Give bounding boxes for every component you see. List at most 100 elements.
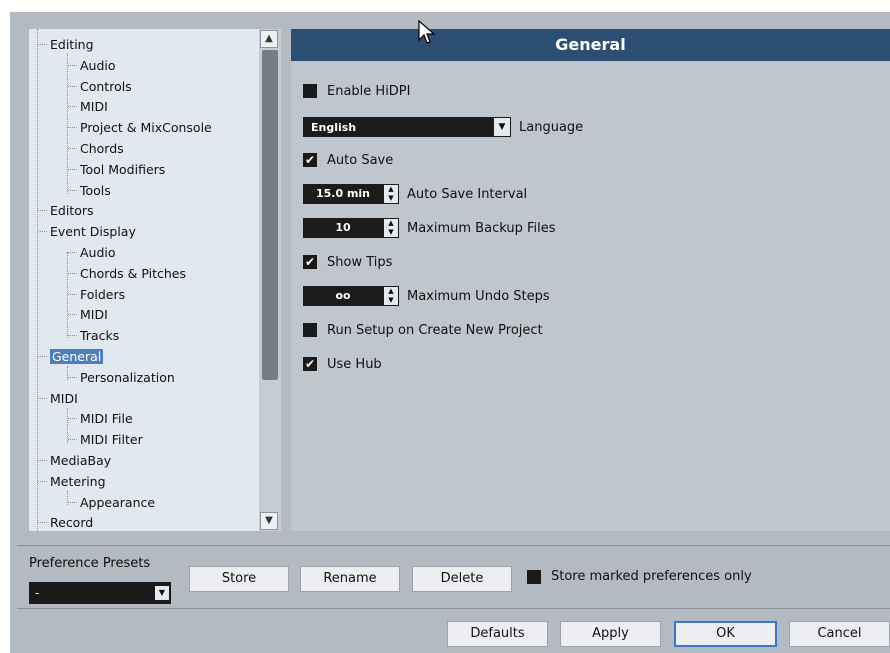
tree-item[interactable]: Event Display bbox=[38, 222, 136, 242]
mouse-cursor-icon bbox=[418, 20, 436, 44]
tree-item-label: MediaBay bbox=[50, 453, 112, 468]
tree-item-label: Editing bbox=[50, 37, 94, 52]
store-button[interactable]: Store bbox=[189, 566, 289, 592]
tree-item[interactable]: MIDI bbox=[68, 97, 108, 117]
stepper-arrows-icon[interactable]: ▲ ▼ bbox=[384, 185, 398, 203]
scrollbar-thumb[interactable] bbox=[262, 50, 278, 380]
tree-item-label: Chords bbox=[80, 141, 124, 156]
tree-item[interactable]: Tracks bbox=[68, 326, 119, 346]
chevron-down-icon[interactable]: ▼ bbox=[260, 512, 278, 530]
defaults-button[interactable]: Defaults bbox=[447, 621, 548, 647]
enable-hidpi-label: Enable HiDPI bbox=[327, 83, 411, 99]
panel-title: General bbox=[291, 29, 890, 61]
chevron-down-icon[interactable]: ▼ bbox=[155, 586, 169, 600]
tree-item[interactable]: General bbox=[38, 347, 104, 367]
tree-item[interactable]: MediaBay bbox=[38, 451, 111, 471]
store-marked-only-row[interactable]: Store marked preferences only bbox=[527, 569, 752, 584]
tree-item-label: Audio bbox=[80, 57, 116, 73]
tree-connector bbox=[68, 252, 77, 253]
tree-item[interactable]: MIDI Filter bbox=[68, 430, 143, 450]
run-setup-row[interactable]: Run Setup on Create New Project bbox=[303, 319, 543, 341]
tree-connector bbox=[68, 272, 77, 274]
auto-save-interval-label: Auto Save Interval bbox=[407, 186, 528, 202]
tree-item-label: Controls bbox=[80, 78, 132, 94]
auto-save-interval-stepper[interactable]: 15.0 min ▲ ▼ bbox=[303, 184, 399, 204]
tree-item-label: Metering bbox=[50, 473, 106, 489]
cancel-button[interactable]: Cancel bbox=[789, 621, 890, 647]
chevron-up-icon[interactable]: ▲ bbox=[260, 30, 278, 48]
use-hub-checkbox[interactable]: ✔ bbox=[303, 357, 317, 371]
tree-item[interactable]: Project & MixConsole bbox=[68, 118, 212, 138]
run-setup-label: Run Setup on Create New Project bbox=[327, 322, 543, 338]
tree-item[interactable]: Editors bbox=[38, 201, 94, 221]
preferences-tree[interactable]: Editing Audio Controls MIDI Project & MixCon… bbox=[29, 29, 259, 531]
tree-item-label: Personalization bbox=[80, 369, 175, 385]
rename-button[interactable]: Rename bbox=[300, 566, 400, 592]
show-tips-checkbox[interactable]: ✔ bbox=[303, 255, 317, 269]
preference-presets-select[interactable]: - ▼ bbox=[29, 582, 171, 604]
apply-button[interactable]: Apply bbox=[560, 621, 661, 647]
language-label: Language bbox=[519, 119, 584, 135]
tree-item[interactable]: Metering bbox=[38, 472, 106, 492]
tree-item[interactable]: Folders bbox=[68, 285, 125, 305]
max-undo-steps-stepper[interactable]: oo ▲ ▼ bbox=[303, 286, 399, 306]
tree-connector bbox=[68, 418, 77, 420]
language-row: English ▼ Language bbox=[303, 116, 583, 138]
tree-connector bbox=[38, 44, 47, 45]
max-undo-steps-value: oo bbox=[335, 289, 351, 302]
tree-item-label: Tool Modifiers bbox=[80, 161, 166, 177]
max-backup-row: 10 ▲ ▼ Maximum Backup Files bbox=[303, 217, 556, 239]
tree-connector bbox=[38, 480, 47, 482]
tree-item[interactable]: Audio bbox=[68, 243, 116, 263]
stepper-arrows-icon[interactable]: ▲ ▼ bbox=[384, 219, 398, 237]
store-marked-only-label: Store marked preferences only bbox=[551, 569, 752, 584]
tree-item-label: MIDI File bbox=[80, 411, 133, 427]
preference-presets-label: Preference Presets bbox=[29, 556, 151, 571]
tree-item[interactable]: Tool Modifiers bbox=[68, 160, 165, 180]
tree-item[interactable]: Record bbox=[38, 513, 93, 531]
ok-button[interactable]: OK bbox=[674, 621, 777, 647]
enable-hidpi-row[interactable]: Enable HiDPI bbox=[303, 80, 410, 102]
tree-item-label: Audio bbox=[80, 245, 116, 260]
tree-item[interactable]: Controls bbox=[68, 77, 132, 97]
tree-item[interactable]: Appearance bbox=[68, 493, 155, 513]
tree-item[interactable]: MIDI bbox=[38, 389, 78, 409]
tree-item[interactable]: Tools bbox=[68, 181, 111, 201]
show-tips-row[interactable]: ✔ Show Tips bbox=[303, 251, 392, 273]
tree-item[interactable]: Chords bbox=[68, 139, 124, 159]
tree-scrollbar[interactable]: ▲ ▼ bbox=[259, 29, 281, 531]
max-undo-steps-label: Maximum Undo Steps bbox=[407, 288, 550, 304]
tree-connector bbox=[38, 231, 47, 233]
language-select[interactable]: English ▼ bbox=[303, 117, 511, 137]
chevron-down-icon[interactable]: ▼ bbox=[494, 118, 510, 136]
tree-item[interactable]: Chords & Pitches bbox=[68, 264, 186, 284]
tree-item-label: Editors bbox=[50, 203, 94, 219]
tree-item-label: MIDI bbox=[80, 99, 108, 115]
tree-connector bbox=[38, 460, 47, 461]
use-hub-row[interactable]: ✔ Use Hub bbox=[303, 353, 382, 375]
tree-connector bbox=[68, 376, 77, 378]
run-setup-checkbox[interactable] bbox=[303, 323, 317, 337]
tree-item[interactable]: Editing bbox=[38, 35, 94, 55]
enable-hidpi-checkbox[interactable] bbox=[303, 84, 317, 98]
max-backup-files-stepper[interactable]: 10 ▲ ▼ bbox=[303, 218, 399, 238]
presets-value: - bbox=[35, 586, 40, 600]
preferences-dialog: Editing Audio Controls MIDI Project & MixCon… bbox=[0, 0, 890, 653]
tree-connector bbox=[68, 127, 77, 129]
tree-connector bbox=[68, 148, 77, 149]
tree-item[interactable]: Audio bbox=[68, 56, 116, 76]
stepper-arrows-icon[interactable]: ▲ ▼ bbox=[384, 287, 398, 305]
auto-save-checkbox[interactable]: ✔ bbox=[303, 153, 317, 167]
auto-save-row[interactable]: ✔ Auto Save bbox=[303, 149, 393, 171]
tree-item-label: General bbox=[50, 349, 104, 364]
tree-connector bbox=[68, 314, 77, 316]
tree-item-label: Record bbox=[50, 515, 94, 531]
delete-button[interactable]: Delete bbox=[412, 566, 512, 592]
tree-item[interactable]: MIDI File bbox=[68, 409, 133, 429]
store-marked-only-checkbox[interactable] bbox=[527, 569, 541, 584]
tree-item[interactable]: MIDI bbox=[68, 305, 108, 325]
tree-item-label: Project & MixConsole bbox=[80, 120, 212, 136]
tree-connector bbox=[68, 106, 77, 108]
language-value: English bbox=[311, 120, 357, 134]
tree-item[interactable]: Personalization bbox=[68, 368, 175, 388]
